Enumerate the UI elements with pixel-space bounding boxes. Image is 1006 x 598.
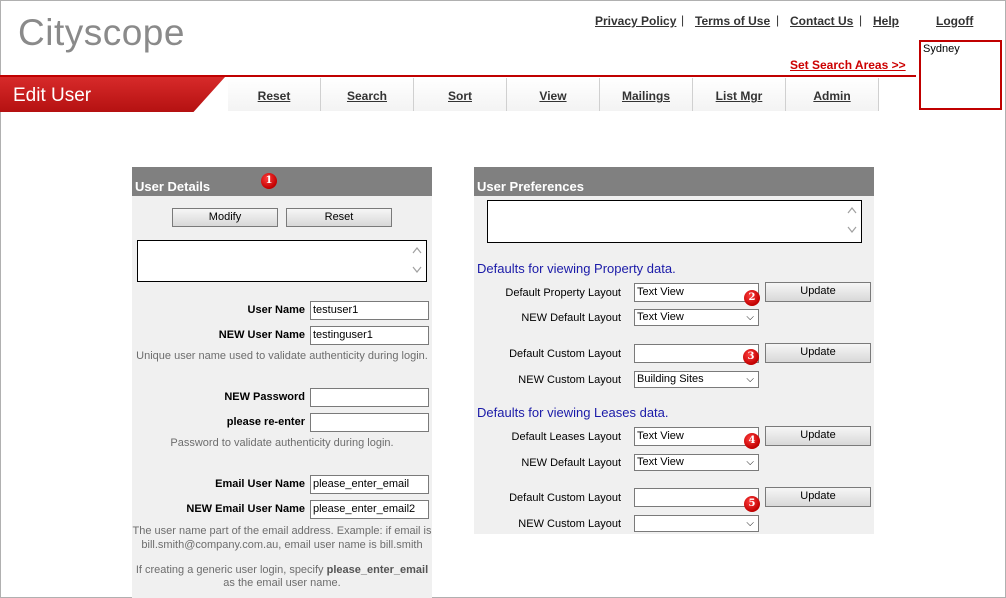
- new-password-label: NEW Password: [224, 391, 305, 403]
- link-separator: |: [859, 13, 863, 27]
- password-hint: Password to validate authenticity during…: [170, 437, 394, 449]
- new-email-user-name-field[interactable]: please_enter_email2: [310, 500, 429, 519]
- search-area-box[interactable]: Sydney: [919, 40, 1002, 110]
- tab-admin[interactable]: Admin: [786, 78, 879, 111]
- marker-5: 5: [744, 496, 760, 512]
- default-leases-layout-label: Default Leases Layout: [511, 431, 621, 443]
- new-user-name-label: NEW User Name: [218, 329, 305, 341]
- scroll-arrows-icon[interactable]: [412, 245, 422, 275]
- tab-label: Sort: [448, 89, 472, 103]
- user-preferences-title: User Preferences: [477, 179, 584, 194]
- new-custom-leases-layout-select[interactable]: ⌵: [634, 515, 759, 532]
- chevron-down-icon: ⌵: [746, 312, 754, 323]
- tab-label: Reset: [257, 89, 291, 103]
- update-leases-layout-button[interactable]: Update: [765, 426, 871, 446]
- email-user-name-label: Email User Name: [215, 478, 305, 490]
- user-details-header: User Details: [132, 167, 432, 196]
- new-password-field[interactable]: [310, 388, 429, 407]
- default-custom-leases-layout-field[interactable]: [634, 488, 759, 507]
- tab-label: View: [539, 89, 567, 103]
- email-hint-line-2: bill.smith@company.com.au, email user na…: [141, 539, 423, 551]
- user-preferences-message-area[interactable]: [487, 200, 862, 243]
- default-property-layout-field[interactable]: Text View: [634, 283, 759, 302]
- link-separator: |: [776, 13, 780, 27]
- user-details-title: User Details: [135, 179, 211, 194]
- default-custom-property-layout-label: Default Custom Layout: [509, 348, 621, 360]
- email-user-name-field[interactable]: please_enter_email: [310, 475, 429, 494]
- default-leases-layout-field[interactable]: Text View: [634, 427, 759, 446]
- tab-sort[interactable]: Sort: [414, 78, 507, 111]
- marker-3: 3: [743, 349, 759, 365]
- user-name-hint: Unique user name used to validate authen…: [136, 350, 428, 362]
- default-custom-leases-layout-label: Default Custom Layout: [509, 492, 621, 504]
- tab-mailings[interactable]: Mailings: [600, 78, 693, 111]
- generic-login-hint: If creating a generic user login, specif…: [135, 564, 429, 576]
- new-default-leases-layout-label: NEW Default Layout: [521, 457, 621, 469]
- new-user-name-field[interactable]: testinguser1: [310, 326, 429, 345]
- modify-button[interactable]: Modify: [172, 208, 278, 227]
- select-value: Text View: [637, 456, 684, 468]
- marker-4: 4: [744, 433, 760, 449]
- contact-us-link[interactable]: Contact Us: [790, 14, 853, 28]
- chevron-down-icon: ⌵: [746, 374, 754, 385]
- default-property-layout-label: Default Property Layout: [505, 287, 621, 299]
- default-custom-property-layout-field[interactable]: [634, 344, 759, 363]
- user-preferences-header: User Preferences: [474, 167, 874, 196]
- new-custom-leases-layout-label: NEW Custom Layout: [518, 518, 621, 530]
- marker-2: 2: [744, 290, 760, 306]
- tab-list-mgr[interactable]: List Mgr: [693, 78, 786, 111]
- new-custom-property-layout-select[interactable]: Building Sites ⌵: [634, 371, 759, 388]
- search-area-text: Sydney: [923, 43, 960, 55]
- generic-login-hint-line-2: as the email user name.: [223, 577, 341, 589]
- link-separator: |: [681, 13, 685, 27]
- chevron-down-icon: ⌵: [746, 457, 754, 468]
- property-defaults-heading: Defaults for viewing Property data.: [477, 261, 676, 276]
- reset-button[interactable]: Reset: [286, 208, 392, 227]
- update-property-layout-button[interactable]: Update: [765, 282, 871, 302]
- new-custom-property-layout-label: NEW Custom Layout: [518, 374, 621, 386]
- scroll-arrows-icon[interactable]: [847, 205, 857, 235]
- marker-1: 1: [261, 173, 277, 189]
- tab-label: List Mgr: [715, 89, 763, 103]
- reenter-password-field[interactable]: [310, 413, 429, 432]
- tab-reset[interactable]: Reset: [228, 78, 321, 111]
- privacy-policy-link[interactable]: Privacy Policy: [595, 14, 676, 28]
- terms-of-use-link[interactable]: Terms of Use: [695, 14, 770, 28]
- user-name-field[interactable]: testuser1: [310, 301, 429, 320]
- tab-view[interactable]: View: [507, 78, 600, 111]
- tab-label: Admin: [813, 89, 851, 103]
- select-value: Building Sites: [637, 373, 704, 385]
- leases-defaults-heading: Defaults for viewing Leases data.: [477, 405, 669, 420]
- tab-label: Search: [346, 89, 388, 103]
- new-default-leases-layout-select[interactable]: Text View ⌵: [634, 454, 759, 471]
- update-custom-property-layout-button[interactable]: Update: [765, 343, 871, 363]
- logoff-link[interactable]: Logoff: [936, 14, 973, 28]
- update-custom-leases-layout-button[interactable]: Update: [765, 487, 871, 507]
- chevron-down-icon: ⌵: [746, 518, 754, 529]
- tab-label: Mailings: [621, 89, 670, 103]
- reenter-password-label: please re-enter: [226, 416, 305, 428]
- help-link[interactable]: Help: [873, 14, 899, 28]
- tab-search[interactable]: Search: [321, 78, 414, 111]
- page-title: Edit User: [13, 85, 92, 106]
- select-value: Text View: [637, 311, 684, 323]
- set-search-areas-link[interactable]: Set Search Areas >>: [790, 58, 906, 72]
- new-default-property-layout-label: NEW Default Layout: [521, 312, 621, 324]
- new-default-property-layout-select[interactable]: Text View ⌵: [634, 309, 759, 326]
- user-details-message-area[interactable]: [137, 240, 427, 282]
- new-email-user-name-label: NEW Email User Name: [186, 503, 305, 515]
- cityscope-logo: Cityscope: [18, 12, 185, 53]
- email-hint-line-1: The user name part of the email address.…: [132, 525, 432, 537]
- user-name-label: User Name: [247, 304, 305, 316]
